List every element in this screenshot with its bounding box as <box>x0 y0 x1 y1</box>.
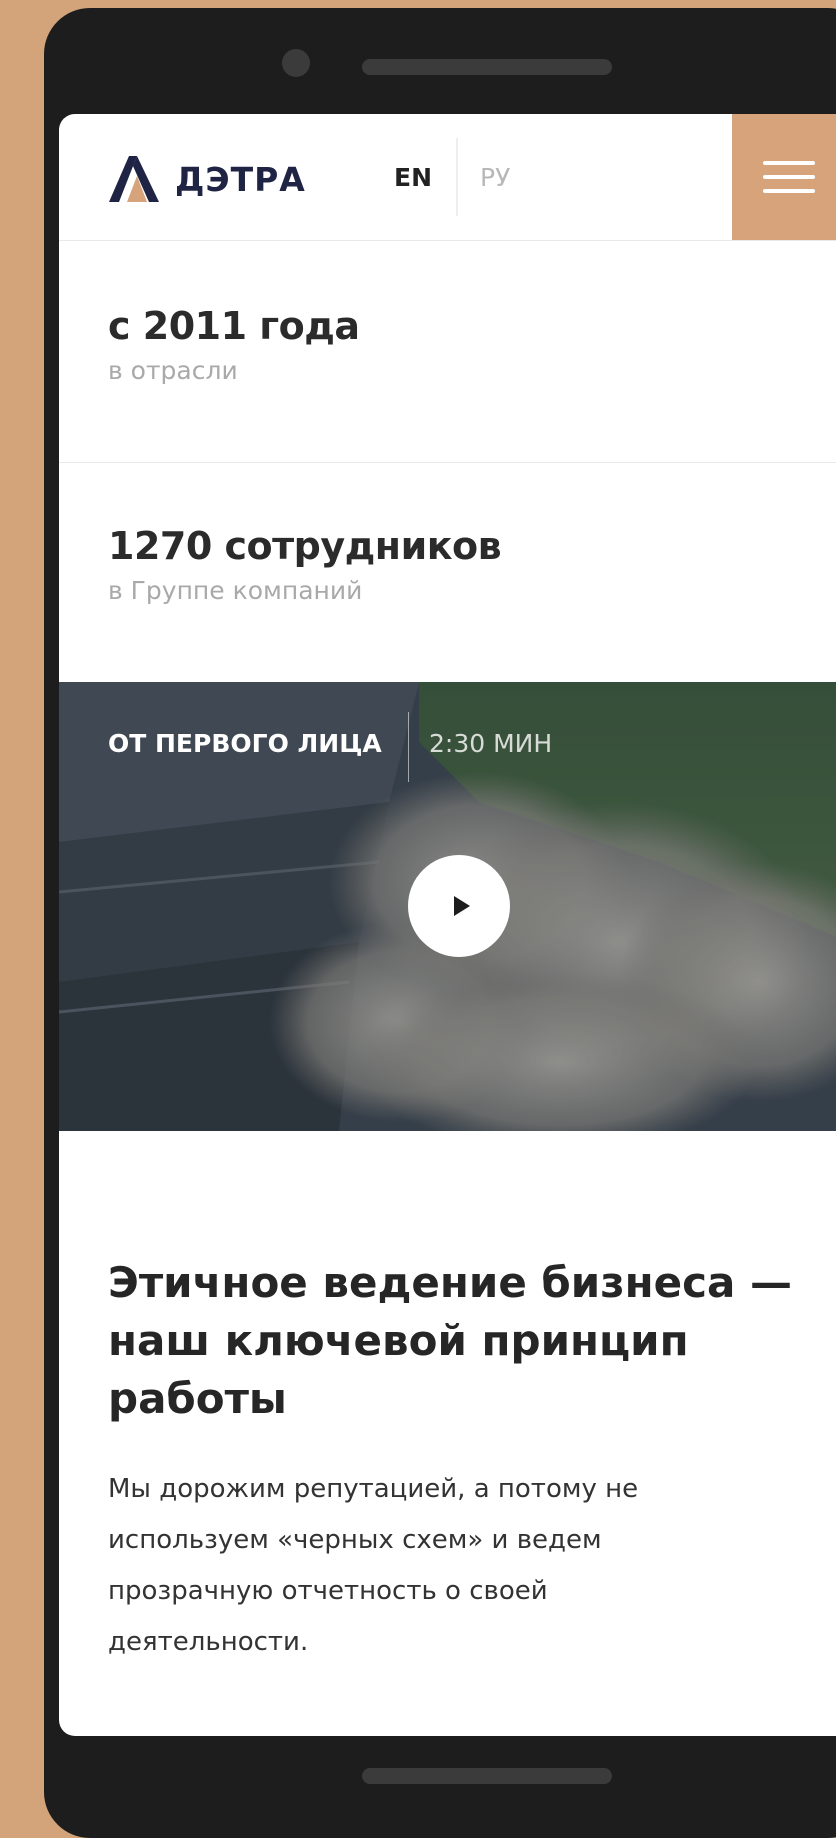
logo[interactable]: ДЭТРА <box>107 154 306 204</box>
stat-item: с 2011 года в отрасли <box>108 304 360 385</box>
logo-text: ДЭТРА <box>175 159 306 199</box>
menu-button[interactable] <box>732 114 836 240</box>
detra-logo-icon <box>109 156 159 202</box>
screen: ДЭТРА EN РУ с 2011 года в отрасли 1270 с… <box>59 114 836 1736</box>
video-meta-divider <box>408 712 409 782</box>
play-icon <box>454 896 470 916</box>
stat-value: с 2011 года <box>108 304 360 348</box>
stat-label: в Группе компаний <box>108 576 363 605</box>
video-duration: 2:30 МИН <box>429 729 553 758</box>
play-button[interactable] <box>408 855 510 957</box>
section-divider <box>59 462 836 463</box>
site-header: ДЭТРА EN РУ <box>59 114 836 241</box>
hamburger-menu-icon <box>762 161 815 165</box>
article-text: Мы дорожим репутацией, а потому не испол… <box>108 1474 639 1657</box>
stat-item: 1270 сотрудников в Группе компаний <box>108 524 502 605</box>
language-divider <box>456 138 458 216</box>
video-category: ОТ ПЕРВОГО ЛИЦА <box>108 729 382 758</box>
language-ru-link[interactable]: РУ <box>480 163 510 192</box>
stat-value: 1270 сотрудников <box>108 524 502 568</box>
video-card[interactable]: ОТ ПЕРВОГО ЛИЦА 2:30 МИН <box>59 682 836 1131</box>
stat-label: в отрасли <box>108 356 238 385</box>
home-indicator <box>362 1768 612 1784</box>
camera-icon <box>282 49 310 77</box>
article-title: Этичное ведение бизнеса — наш ключевой п… <box>108 1258 792 1423</box>
hamburger-line <box>762 189 815 193</box>
language-en-link[interactable]: EN <box>394 163 432 192</box>
hamburger-line <box>762 175 815 179</box>
speaker-grille <box>362 59 612 75</box>
